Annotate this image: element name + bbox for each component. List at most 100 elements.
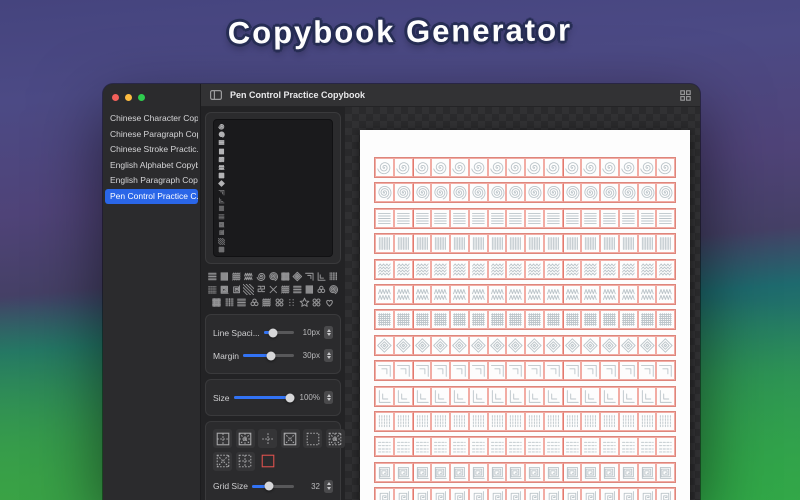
grid-style-dotted_box[interactable]: [303, 429, 322, 448]
grid-style-blank-selected[interactable]: [258, 451, 277, 471]
palette-pattern-h_lines[interactable]: [236, 297, 247, 308]
size-stepper[interactable]: [324, 391, 333, 404]
practice-cell: [431, 361, 450, 381]
sidebar-toggle-icon[interactable]: [210, 90, 222, 100]
palette-pattern-v_lines[interactable]: [304, 284, 315, 295]
grid-size-slider[interactable]: [251, 481, 294, 491]
palette-pattern-cross_x[interactable]: [268, 284, 279, 295]
grid-style-cross_only[interactable]: [258, 429, 277, 448]
practice-cell: [375, 310, 394, 330]
practice-cell: [581, 411, 600, 431]
practice-cell: [618, 158, 638, 177]
practice-cell: [375, 158, 394, 177]
palette-pattern-flower[interactable]: [316, 284, 327, 295]
practice-cell: [468, 310, 488, 330]
practice-cell: [450, 158, 469, 177]
palette-pattern-flower[interactable]: [249, 297, 260, 308]
titlebar: Pen Control Practice Copybook: [201, 84, 700, 107]
sidebar-item[interactable]: English Alphabet Copyb...: [105, 158, 198, 174]
practice-cell: [656, 386, 675, 406]
practice-cell: [562, 158, 582, 177]
grid-style-mi[interactable]: [235, 429, 255, 448]
palette-pattern-colon_dots[interactable]: [286, 297, 297, 308]
size-slider[interactable]: [233, 393, 295, 402]
palette-pattern-h_waves[interactable]: [261, 297, 272, 308]
practice-cell: [618, 234, 638, 254]
practice-cell: [450, 183, 469, 203]
palette-pattern-spiral_b[interactable]: [328, 284, 339, 295]
palette-pattern-v_zigzag[interactable]: [243, 271, 254, 282]
grid-style-x_dots[interactable]: [213, 451, 232, 471]
practice-cell: [393, 234, 413, 254]
size-value: 100%: [299, 393, 320, 402]
size-label: Size: [213, 392, 230, 403]
sequence-pattern-v_zigzag: [218, 164, 225, 171]
palette-pattern-v_dash_cols[interactable]: [328, 271, 339, 282]
practice-row-diamond: [374, 334, 676, 356]
sidebar-item[interactable]: English Paragraph Copy...: [105, 173, 198, 189]
pattern-sequence-editor[interactable]: [213, 119, 333, 257]
palette-pattern-v_dash_cols[interactable]: [224, 297, 235, 308]
palette-pattern-arc_hooks[interactable]: [256, 284, 267, 295]
close-button[interactable]: [112, 94, 119, 101]
palette-pattern-sq_spiral_b[interactable]: [231, 284, 242, 295]
practice-cell: [412, 158, 432, 177]
grid-size-stepper[interactable]: [324, 479, 333, 493]
palette-pattern-h_waves[interactable]: [280, 284, 291, 295]
palette-pattern-h_lines[interactable]: [207, 271, 218, 282]
practice-cell: [637, 183, 657, 203]
palette-pattern-eight_loops[interactable]: [311, 297, 322, 308]
palette-pattern-diag_hatch[interactable]: [243, 284, 255, 295]
practice-cell: [543, 411, 563, 431]
grid-style-tian[interactable]: [213, 429, 232, 448]
practice-cell: [543, 361, 563, 381]
palette-pattern-grid_fine[interactable]: [211, 297, 222, 308]
palette-pattern-heart[interactable]: [324, 297, 335, 308]
palette-pattern-spiral_b[interactable]: [268, 271, 279, 282]
palette-pattern-h_waves[interactable]: [231, 271, 242, 282]
practice-cell: [618, 310, 638, 330]
practice-cell: [393, 462, 413, 482]
practice-cell: [637, 259, 657, 279]
palette-pattern-sq_spiral_a[interactable]: [219, 284, 230, 295]
margin-stepper[interactable]: [324, 349, 333, 362]
grid-style-x_diag[interactable]: [280, 429, 300, 448]
practice-cell: [468, 234, 488, 254]
practice-cell: [637, 284, 657, 304]
grid-preview-icon[interactable]: [680, 89, 691, 101]
practice-cell: [637, 158, 657, 177]
palette-pattern-eight_loops[interactable]: [274, 297, 285, 308]
control-panel: Line Spaci... 10px Margin 30px Size 100%…: [201, 107, 345, 500]
practice-cell: [637, 361, 657, 381]
practice-cell: [487, 208, 507, 228]
practice-cell: [581, 361, 600, 381]
sidebar-item[interactable]: Pen Control Practice C...: [105, 188, 198, 204]
palette-pattern-diamond[interactable]: [292, 271, 303, 282]
margin-slider[interactable]: [242, 351, 294, 360]
grid-style-mi_dots[interactable]: [325, 429, 345, 448]
practice-cell: [543, 259, 563, 279]
sidebar-item[interactable]: Chinese Paragraph Cop...: [105, 127, 198, 143]
palette-pattern-spiral_a[interactable]: [256, 271, 267, 282]
palette-pattern-corner_bl[interactable]: [316, 271, 327, 282]
palette-pattern-corner_tr[interactable]: [304, 271, 315, 282]
palette-pattern-h_lines[interactable]: [292, 284, 303, 295]
minimize-button[interactable]: [125, 94, 132, 101]
palette-pattern-v_lines[interactable]: [219, 271, 230, 282]
sidebar-item[interactable]: Chinese Character Cop...: [105, 111, 198, 127]
app-window: Chinese Character Cop... Chinese Paragrap…: [103, 84, 700, 500]
palette-pattern-star[interactable]: [299, 297, 310, 308]
practice-cell: [543, 284, 563, 304]
grid-style-tian_dots[interactable]: [235, 451, 255, 471]
sidebar-item[interactable]: Chinese Stroke Practic...: [105, 142, 198, 158]
line-spacing-slider[interactable]: [263, 328, 294, 337]
palette-pattern-grid_fine[interactable]: [280, 271, 291, 282]
practice-cell: [637, 386, 657, 406]
practice-cell: [581, 284, 600, 304]
practice-cell: [393, 259, 413, 279]
palette-pattern-h_dash_lines[interactable]: [207, 284, 218, 295]
practice-cell: [431, 259, 450, 279]
line-spacing-stepper[interactable]: [324, 326, 333, 339]
practice-cell: [543, 158, 563, 177]
zoom-button[interactable]: [138, 94, 145, 101]
